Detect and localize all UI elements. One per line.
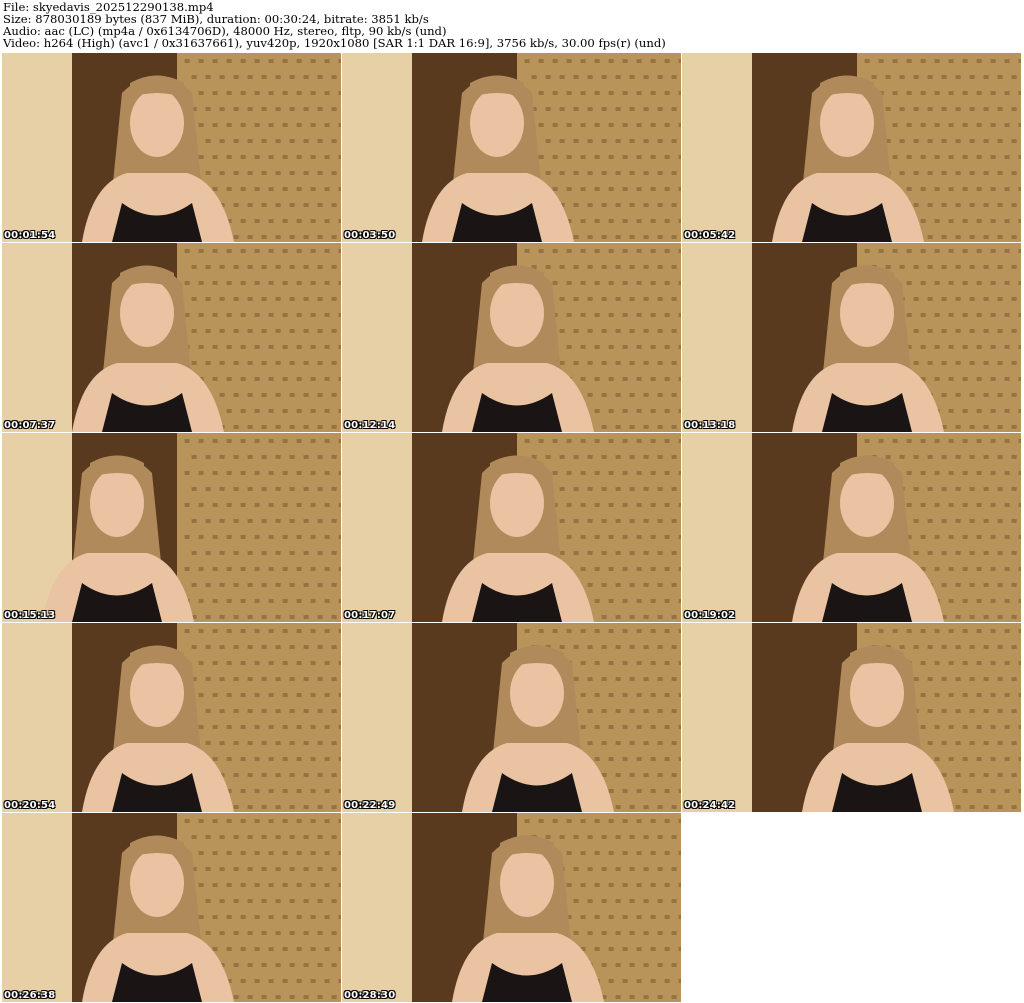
- thumbnail-grid: 00:01:54 00:03:50 00:05:42 00:07:37 00:1…: [2, 53, 1022, 1003]
- video-thumbnail: 00:05:42: [682, 53, 1021, 242]
- video-thumbnail: 00:03:50: [342, 53, 681, 242]
- thumbnail-timestamp: 00:19:02: [684, 610, 736, 621]
- frame-image: [682, 433, 1021, 622]
- frame-image: [2, 243, 341, 432]
- frame-image: [2, 813, 341, 1002]
- frame-image: [342, 623, 681, 812]
- thumbnail-timestamp: 00:12:14: [344, 420, 396, 431]
- video-thumbnail: 00:13:18: [682, 243, 1021, 432]
- video-thumbnail: 00:20:54: [2, 623, 341, 812]
- video-thumbnail: 00:28:30: [342, 813, 681, 1002]
- video-thumbnail: 00:19:02: [682, 433, 1021, 622]
- frame-image: [342, 53, 681, 242]
- thumbnail-timestamp: 00:01:54: [4, 230, 56, 241]
- video-thumbnail: 00:12:14: [342, 243, 681, 432]
- video-thumbnail: 00:24:42: [682, 623, 1021, 812]
- thumbnail-timestamp: 00:28:30: [344, 990, 396, 1001]
- video-thumbnail: 00:26:38: [2, 813, 341, 1002]
- video-thumbnail: 00:15:13: [2, 433, 341, 622]
- frame-image: [342, 813, 681, 1002]
- video-thumbnail: 00:17:07: [342, 433, 681, 622]
- frame-image: [2, 53, 341, 242]
- video-thumbnail: 00:01:54: [2, 53, 341, 242]
- frame-image: [682, 623, 1021, 812]
- thumbnail-timestamp: 00:03:50: [344, 230, 396, 241]
- thumbnail-timestamp: 00:07:37: [4, 420, 56, 431]
- thumbnail-timestamp: 00:20:54: [4, 800, 56, 811]
- frame-image: [2, 433, 341, 622]
- thumbnail-timestamp: 00:24:42: [684, 800, 736, 811]
- frame-image: [682, 243, 1021, 432]
- thumbnail-timestamp: 00:05:42: [684, 230, 736, 241]
- frame-image: [342, 243, 681, 432]
- thumbnail-timestamp: 00:26:38: [4, 990, 56, 1001]
- thumbnail-timestamp: 00:13:18: [684, 420, 736, 431]
- frame-image: [682, 53, 1021, 242]
- thumbnail-timestamp: 00:15:13: [4, 610, 56, 621]
- frame-image: [2, 623, 341, 812]
- frame-image: [342, 433, 681, 622]
- video-thumbnail: 00:22:49: [342, 623, 681, 812]
- thumbnail-timestamp: 00:17:07: [344, 610, 396, 621]
- thumbnail-timestamp: 00:22:49: [344, 800, 396, 811]
- file-info-header: File: skyedavis_202512290138.mp4 Size: 8…: [3, 1, 1021, 49]
- video-thumbnail: 00:07:37: [2, 243, 341, 432]
- video-info-line: Video: h264 (High) (avc1 / 0x31637661), …: [3, 36, 666, 51]
